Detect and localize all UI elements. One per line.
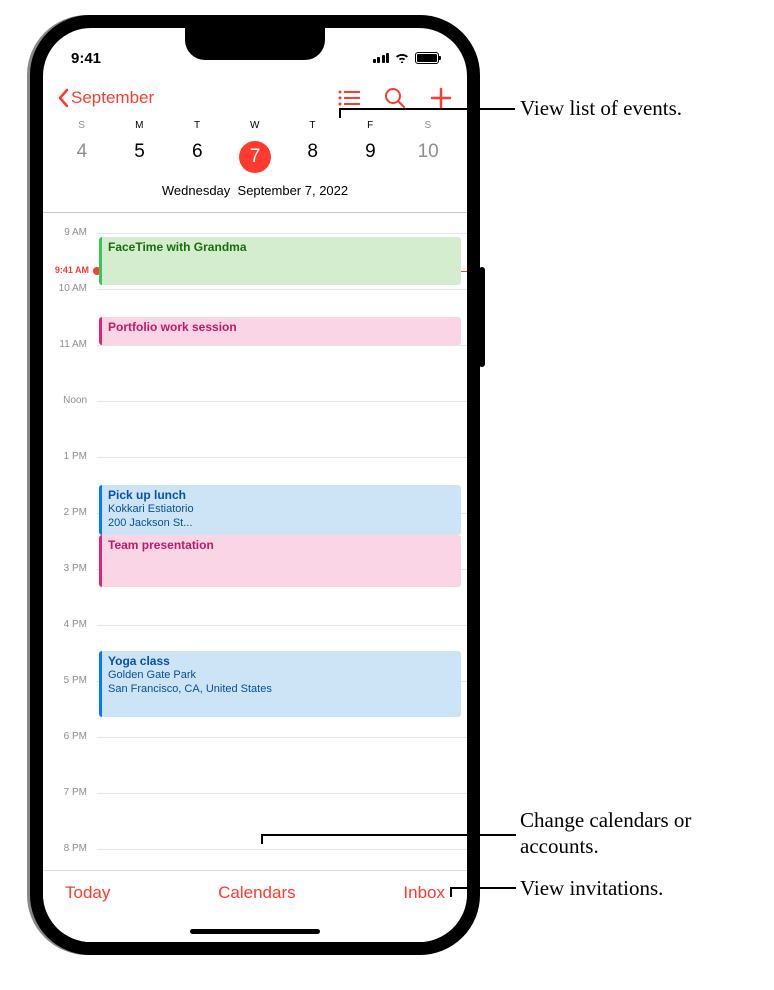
search-icon: [384, 87, 406, 109]
day-number[interactable]: 7: [226, 137, 284, 177]
event-location: Golden Gate Park: [108, 669, 455, 683]
plus-icon: [430, 87, 452, 109]
nav-bar: September: [43, 74, 467, 118]
side-button: [479, 267, 485, 367]
calendar-event[interactable]: Portfolio work session: [99, 317, 461, 345]
calendar-event[interactable]: Pick up lunchKokkari Estiatorio200 Jacks…: [99, 485, 461, 535]
back-label: September: [71, 88, 154, 108]
full-date: Wednesday September 7, 2022: [43, 179, 467, 206]
calendar-event[interactable]: Team presentation: [99, 535, 461, 587]
day-number[interactable]: 4: [53, 137, 111, 177]
battery-icon: [415, 52, 439, 64]
calendar-event[interactable]: FaceTime with Grandma: [99, 237, 461, 285]
hour-label: 4 PM: [43, 619, 93, 630]
event-location: Kokkari Estiatorio: [108, 503, 455, 517]
status-time: 9:41: [71, 50, 101, 67]
day-number[interactable]: 5: [111, 137, 169, 177]
event-address: San Francisco, CA, United States: [108, 683, 455, 697]
hour-label: 7 PM: [43, 787, 93, 798]
event-title: Team presentation: [108, 538, 455, 553]
callout-list: View list of events.: [520, 95, 682, 121]
hour-label: 2 PM: [43, 507, 93, 518]
inbox-button[interactable]: Inbox: [403, 883, 445, 903]
weekday-letter: S: [53, 120, 111, 131]
search-button[interactable]: [383, 86, 407, 110]
home-indicator: [190, 929, 320, 934]
hour-label: 8 PM: [43, 843, 93, 853]
hour-label: Noon: [43, 395, 93, 406]
add-button[interactable]: [429, 86, 453, 110]
day-number[interactable]: 6: [168, 137, 226, 177]
week-header: SMTWTFS 45678910 Wednesday September 7, …: [43, 118, 467, 212]
day-number[interactable]: 8: [284, 137, 342, 177]
list-icon: [338, 89, 360, 107]
event-title: Yoga class: [108, 654, 455, 669]
weekday-letter: W: [226, 120, 284, 131]
phone-frame: 9:41 September: [30, 15, 480, 955]
event-address: 200 Jackson St...: [108, 517, 455, 531]
day-number[interactable]: 10: [399, 137, 457, 177]
wifi-icon: [394, 50, 410, 67]
calendar-event[interactable]: Yoga classGolden Gate ParkSan Francisco,…: [99, 651, 461, 717]
back-button[interactable]: September: [57, 88, 154, 108]
callout-calendars: Change calendars or accounts.: [520, 807, 760, 860]
day-number[interactable]: 9: [342, 137, 400, 177]
weekday-letter: F: [342, 120, 400, 131]
hour-label: 6 PM: [43, 731, 93, 742]
callout-inbox: View invitations.: [520, 875, 663, 901]
event-title: Pick up lunch: [108, 488, 455, 503]
hour-label: 1 PM: [43, 451, 93, 462]
hour-label: 3 PM: [43, 563, 93, 574]
weekday-letter: S: [399, 120, 457, 131]
today-button[interactable]: Today: [65, 883, 110, 903]
list-view-button[interactable]: [337, 86, 361, 110]
hour-label: 11 AM: [43, 339, 93, 350]
chevron-left-icon: [57, 88, 69, 108]
cellular-icon: [373, 53, 390, 63]
weekday-letter: T: [284, 120, 342, 131]
hour-label: 9 AM: [43, 227, 93, 238]
weekday-letter: T: [168, 120, 226, 131]
bottom-toolbar: Today Calendars Inbox: [43, 870, 467, 942]
hour-label: 10 AM: [43, 283, 93, 294]
event-title: Portfolio work session: [108, 320, 455, 335]
calendars-button[interactable]: Calendars: [218, 883, 296, 903]
weekday-letter: M: [111, 120, 169, 131]
current-time-label: 9:41 AM: [43, 265, 93, 275]
event-title: FaceTime with Grandma: [108, 240, 455, 255]
day-timeline[interactable]: 9 AM 10 AM 11 AM Noon 1 PM 2 PM 3 PM 4 PM 5 PM 6 …: [43, 213, 467, 853]
hour-label: 5 PM: [43, 675, 93, 686]
notch: [185, 28, 325, 60]
